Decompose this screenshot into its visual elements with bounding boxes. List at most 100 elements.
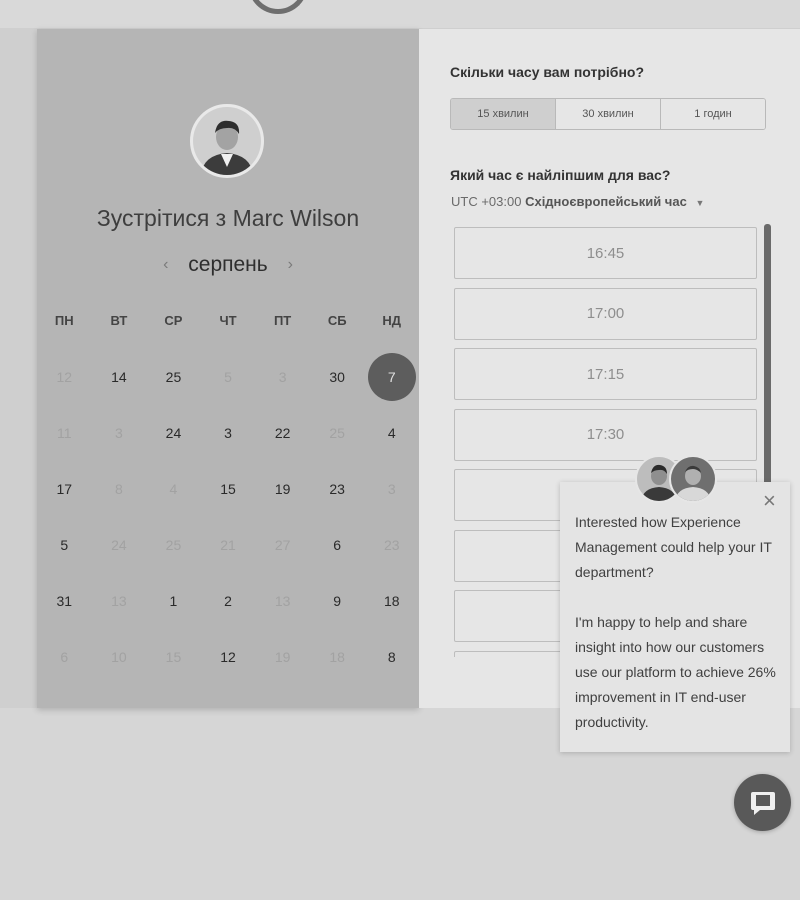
calendar-day[interactable]: 19 — [255, 461, 310, 517]
prev-month-icon[interactable]: ‹ — [149, 256, 182, 274]
chat-bubble-icon — [750, 791, 775, 815]
logo — [248, 0, 308, 14]
calendar-day-number: 9 — [333, 593, 342, 609]
calendar-day: 24 — [92, 517, 147, 573]
calendar-day-number: 31 — [56, 593, 73, 609]
calendar-day-number: 3 — [387, 481, 396, 497]
weekday-label: СБ — [327, 313, 347, 328]
calendar-day[interactable]: 17 — [37, 461, 92, 517]
calendar-day-number: 7 — [387, 369, 396, 385]
calendar-day-number: 3 — [278, 369, 287, 385]
calendar-week-row: 12 14 25 5 3 30 7 — [37, 349, 419, 405]
meeting-title: Зустрітися з Marc Wilson — [37, 205, 419, 232]
calendar-week-row: 6 10 15 12 19 18 8 — [37, 629, 419, 685]
calendar-day: 8 — [92, 461, 147, 517]
calendar-day-number: 23 — [383, 537, 400, 553]
calendar-day-number: 15 — [165, 649, 182, 665]
agent-avatar — [669, 455, 717, 503]
title-prefix: Зустрітися з — [96, 205, 227, 231]
calendar-day: 23 — [364, 517, 419, 573]
calendar-day[interactable]: 12 — [201, 629, 256, 685]
weekday-label: ПН — [54, 313, 74, 328]
weekday-label: ВТ — [110, 313, 128, 328]
calendar-day-number: 12 — [220, 649, 236, 665]
calendar-day-number: 21 — [220, 537, 236, 553]
top-header-strip — [0, 0, 800, 28]
weekday-label: ЧТ — [219, 313, 237, 328]
calendar-day: 25 — [146, 517, 201, 573]
calendar-day: 13 — [255, 573, 310, 629]
calendar-day-number: 19 — [274, 481, 291, 497]
calendar-day[interactable]: 9 — [310, 573, 365, 629]
calendar-day[interactable]: 31 — [37, 573, 92, 629]
calendar-day[interactable]: 2 — [201, 573, 256, 629]
calendar-day[interactable]: 22 — [255, 405, 310, 461]
calendar-day-number: 13 — [274, 593, 291, 609]
calendar-day: 3 — [364, 461, 419, 517]
calendar-day-number: 25 — [329, 425, 345, 441]
next-month-icon[interactable]: › — [274, 256, 307, 274]
calendar-day: 18 — [310, 629, 365, 685]
calendar-day-number: 18 — [329, 649, 345, 665]
host-name: Marc Wilson — [232, 205, 360, 231]
calendar-day[interactable]: 14 — [92, 349, 147, 405]
duration-option[interactable]: 1 годин — [661, 99, 765, 129]
calendar-day-number: 10 — [111, 649, 127, 665]
calendar-day-number: 4 — [387, 425, 396, 441]
calendar-day-number: 8 — [387, 649, 396, 665]
calendar-day: 27 — [255, 517, 310, 573]
calendar-day-number: 1 — [169, 593, 178, 609]
chat-launcher-button[interactable] — [734, 774, 791, 831]
calendar-day: 3 — [255, 349, 310, 405]
calendar-day-number: 23 — [329, 481, 345, 497]
calendar-day[interactable]: 24 — [146, 405, 201, 461]
calendar-day[interactable]: 6 — [310, 517, 365, 573]
calendar-day[interactable]: 15 — [201, 461, 256, 517]
duration-selector: 15 хвилин 30 хвилин 1 годин — [450, 98, 766, 130]
calendar-day: 4 — [146, 461, 201, 517]
calendar-day-number: 17 — [56, 481, 73, 497]
calendar-day[interactable]: 3 — [201, 405, 256, 461]
calendar-day[interactable]: 30 — [310, 349, 365, 405]
time-slot-button[interactable]: 17:15 — [454, 348, 757, 400]
calendar-day-selected[interactable]: 7 — [364, 349, 419, 405]
duration-option[interactable]: 15 хвилин — [451, 99, 556, 129]
calendar-day-number: 19 — [274, 649, 291, 665]
calendar-day-number: 5 — [60, 537, 69, 553]
chevron-down-icon: ▼ — [695, 198, 705, 208]
calendar-day: 25 — [310, 405, 365, 461]
calendar-day: 19 — [255, 629, 310, 685]
timezone-name: Східноєвропейський час — [525, 194, 687, 209]
timezone-selector[interactable]: UTC +03:00 Східноєвропейський час ▼ — [451, 194, 704, 209]
calendar-day[interactable]: 1 — [146, 573, 201, 629]
chat-message-body: I'm happy to help and share insight into… — [575, 614, 776, 730]
time-slot-button[interactable]: 17:00 — [454, 287, 757, 340]
calendar-day[interactable]: 25 — [146, 349, 201, 405]
weekday-label: ПТ — [273, 313, 292, 328]
calendar-day-number: 2 — [224, 593, 232, 609]
calendar-day-number: 24 — [111, 537, 127, 553]
month-navigation: ‹ серпень › — [37, 253, 419, 277]
calendar-day-number: 30 — [329, 369, 345, 385]
calendar-day-number: 3 — [114, 425, 123, 441]
timezone-offset: UTC +03:00 — [451, 194, 522, 209]
month-label: серпень — [188, 253, 268, 276]
duration-option[interactable]: 30 хвилин — [556, 99, 661, 129]
calendar-week-row: 5 24 25 21 27 6 23 — [37, 517, 419, 573]
time-slot-button[interactable]: 16:45 — [454, 227, 757, 279]
weekday-label: НД — [382, 313, 402, 328]
close-icon[interactable]: × — [763, 490, 776, 512]
calendar-day[interactable]: 18 — [364, 573, 419, 629]
chat-message-intro: Interested how Experience Management cou… — [575, 514, 772, 580]
calendar-day[interactable]: 8 — [364, 629, 419, 685]
calendar-day[interactable]: 4 — [364, 405, 419, 461]
time-slot-button[interactable]: 17:30 — [454, 408, 757, 461]
calendar-day[interactable]: 23 — [310, 461, 365, 517]
calendar-day[interactable]: 5 — [37, 517, 92, 573]
calendar-day-number: 14 — [111, 369, 127, 385]
calendar-day: 11 — [37, 405, 92, 461]
calendar-day: 6 — [37, 629, 92, 685]
calendar-day-number: 27 — [274, 537, 291, 553]
calendar-day: 3 — [92, 405, 147, 461]
calendar-week-row: 11 3 24 3 22 25 4 — [37, 405, 419, 461]
